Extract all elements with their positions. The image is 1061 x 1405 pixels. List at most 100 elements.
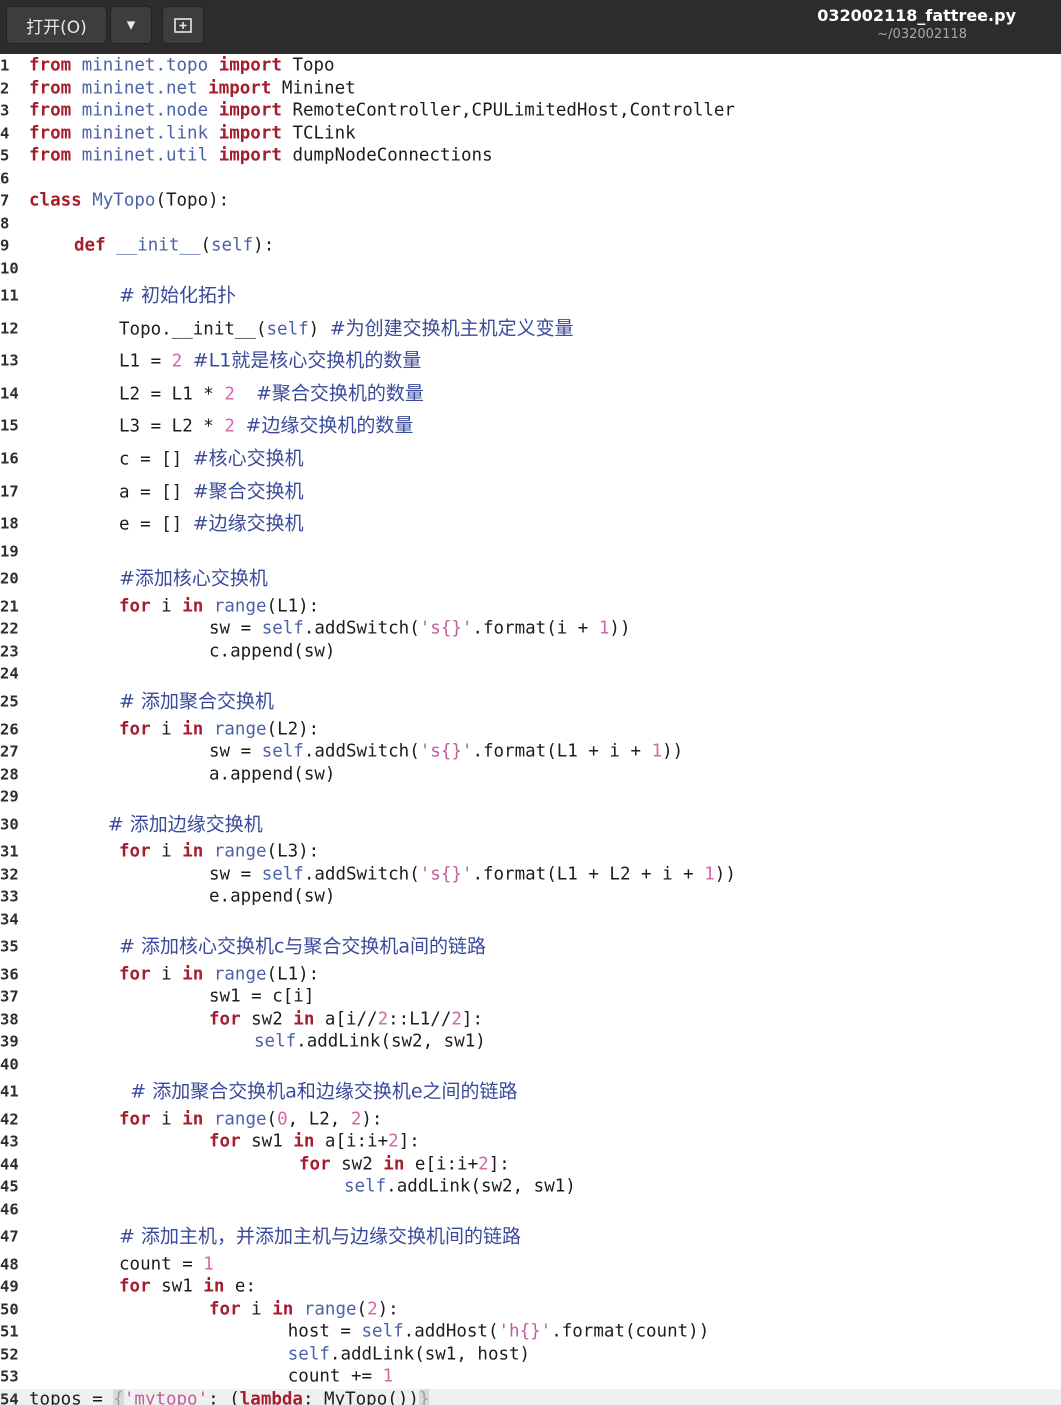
code-token: (L1): bbox=[266, 596, 320, 617]
open-dropdown-button[interactable]: ▾ bbox=[110, 6, 152, 44]
code-token: ): bbox=[253, 235, 275, 256]
code-line[interactable]: 15 L3 = L2 * 2 #边缘交换机的数量 bbox=[0, 410, 1061, 443]
code-line[interactable]: 5 from mininet.util import dumpNodeConnec… bbox=[0, 145, 1061, 168]
code-token: (L1): bbox=[266, 963, 320, 984]
code-text: self.addLink(sw1, host) bbox=[288, 1345, 530, 1364]
code-line[interactable]: 7 class MyTopo(Topo): bbox=[0, 190, 1061, 213]
code-line[interactable]: 27 sw = self.addSwitch('s{}'.format(L1 + … bbox=[0, 741, 1061, 764]
code-line[interactable]: 40 bbox=[0, 1053, 1061, 1076]
code-line[interactable]: 10 bbox=[0, 257, 1061, 280]
code-token: #边缘交换机 bbox=[192, 512, 304, 535]
code-line[interactable]: 9 def __init__(self): bbox=[0, 235, 1061, 258]
code-token: #边缘交换机的数量 bbox=[245, 414, 414, 437]
code-line[interactable]: 23 c.append(sw) bbox=[0, 641, 1061, 664]
code-line[interactable]: 38 for sw2 in a[i//2::L1//2]: bbox=[0, 1008, 1061, 1031]
code-token: 's{}' bbox=[419, 863, 473, 884]
code-line[interactable]: 34 bbox=[0, 908, 1061, 931]
code-line[interactable]: 47 # 添加主机，并添加主机与边缘交换机间的链路 bbox=[0, 1221, 1061, 1254]
code-line[interactable]: 32 sw = self.addSwitch('s{}'.format(L1 + … bbox=[0, 863, 1061, 886]
code-text: for i in range(L2): bbox=[119, 718, 320, 739]
code-line[interactable]: 48 count = 1 bbox=[0, 1254, 1061, 1277]
code-line[interactable]: 45 self.addLink(sw2, sw1) bbox=[0, 1176, 1061, 1199]
code-line[interactable]: 14 L2 = L1 * 2 #聚合交换机的数量 bbox=[0, 378, 1061, 411]
code-line[interactable]: 30 # 添加边缘交换机 bbox=[0, 808, 1061, 841]
code-line[interactable]: 17 a = [] #聚合交换机 bbox=[0, 475, 1061, 508]
code-token: 'mytopo' bbox=[123, 1389, 209, 1405]
code-line[interactable]: 1 from mininet.topo import Topo bbox=[0, 55, 1061, 78]
code-line[interactable]: 13 L1 = 2 #L1就是核心交换机的数量 bbox=[0, 345, 1061, 378]
code-line[interactable]: 11 # 初始化拓扑 bbox=[0, 280, 1061, 313]
code-token: a[i// bbox=[314, 1008, 378, 1029]
code-line[interactable]: 52 self.addLink(sw1, host) bbox=[0, 1344, 1061, 1367]
code-line[interactable]: 39 self.addLink(sw2, sw1) bbox=[0, 1031, 1061, 1054]
code-line[interactable]: 51 host = self.addHost('h{}'.format(count… bbox=[0, 1321, 1061, 1344]
code-line[interactable]: 42 for i in range(0, L2, 2): bbox=[0, 1109, 1061, 1132]
line-number: 29 bbox=[0, 787, 19, 806]
line-number: 27 bbox=[0, 742, 19, 761]
code-line[interactable]: 19 bbox=[0, 541, 1061, 564]
code-token: 1 bbox=[704, 863, 715, 884]
code-line[interactable]: 41 # 添加聚合交换机a和边缘交换机e之间的链路 bbox=[0, 1076, 1061, 1109]
code-token: i bbox=[150, 718, 183, 739]
open-button[interactable]: 打开(O) bbox=[6, 6, 107, 44]
code-line[interactable]: 4 from mininet.link import TCLink bbox=[0, 122, 1061, 145]
code-line[interactable]: 24 bbox=[0, 663, 1061, 686]
code-line[interactable]: 29 bbox=[0, 786, 1061, 809]
code-line[interactable]: 8 bbox=[0, 212, 1061, 235]
code-line[interactable]: 18 e = [] #边缘交换机 bbox=[0, 508, 1061, 541]
code-line[interactable]: 44 for sw2 in e[i:i+2]: bbox=[0, 1154, 1061, 1177]
line-number: 22 bbox=[0, 619, 19, 638]
code-editor[interactable]: 1 from mininet.topo import Topo 2 from mini… bbox=[0, 54, 1061, 1405]
code-token: (L2): bbox=[266, 718, 320, 739]
code-line[interactable]: 21 for i in range(L1): bbox=[0, 596, 1061, 619]
code-line[interactable]: 26 for i in range(L2): bbox=[0, 718, 1061, 741]
code-text: from mininet.node import RemoteControlle… bbox=[29, 102, 735, 120]
code-line[interactable]: 35 # 添加核心交换机c与聚合交换机a间的链路 bbox=[0, 931, 1061, 964]
code-token: # 添加聚合交换机a和边缘交换机e之间的链路 bbox=[130, 1080, 518, 1103]
code-line[interactable]: 33 e.append(sw) bbox=[0, 886, 1061, 909]
code-text: topos = {'mytopo': (lambda: MyTopo())} bbox=[29, 1389, 430, 1405]
code-line[interactable]: 36 for i in range(L1): bbox=[0, 963, 1061, 986]
code-text: for sw2 in e[i:i+2]: bbox=[299, 1154, 510, 1175]
code-line[interactable]: 28 a.append(sw) bbox=[0, 763, 1061, 786]
code-token: sw1 bbox=[240, 1131, 294, 1152]
code-line[interactable]: 31 for i in range(L3): bbox=[0, 841, 1061, 864]
code-line[interactable]: 50 for i in range(2): bbox=[0, 1299, 1061, 1322]
code-text: for i in range(0, L2, 2): bbox=[119, 1110, 382, 1129]
line-number: 46 bbox=[0, 1200, 19, 1219]
code-line[interactable]: 2 from mininet.net import Mininet bbox=[0, 77, 1061, 100]
code-line[interactable]: 54 topos = {'mytopo': (lambda: MyTopo())} bbox=[0, 1388, 1061, 1405]
code-line[interactable]: 12 Topo.__init__(self) #为创建交换机主机定义变量 bbox=[0, 312, 1061, 345]
code-line[interactable]: 46 bbox=[0, 1199, 1061, 1222]
code-line[interactable]: 16 c = [] #核心交换机 bbox=[0, 443, 1061, 476]
line-number: 51 bbox=[0, 1322, 19, 1341]
code-token: c = [] bbox=[119, 449, 193, 470]
code-line[interactable]: 25 # 添加聚合交换机 bbox=[0, 686, 1061, 719]
code-line[interactable]: 6 bbox=[0, 167, 1061, 190]
line-number: 8 bbox=[0, 213, 10, 232]
code-token: a.append(sw) bbox=[209, 763, 336, 784]
code-token: range bbox=[213, 841, 267, 862]
code-token: ( bbox=[200, 235, 211, 256]
code-line[interactable]: 53 count += 1 bbox=[0, 1366, 1061, 1389]
code-token: for bbox=[119, 841, 151, 862]
code-token: sw = bbox=[209, 618, 262, 639]
code-token: sw2 bbox=[330, 1154, 384, 1175]
code-line[interactable]: 3 from mininet.node import RemoteControll… bbox=[0, 100, 1061, 123]
code-token: L3 = L2 * bbox=[119, 416, 225, 437]
code-line[interactable]: 22 sw = self.addSwitch('s{}'.format(i + 1… bbox=[0, 618, 1061, 641]
code-token: range bbox=[303, 1299, 357, 1320]
code-line[interactable]: 20 #添加核心交换机 bbox=[0, 563, 1061, 596]
code-line[interactable]: 49 for sw1 in e: bbox=[0, 1276, 1061, 1299]
new-tab-button[interactable] bbox=[162, 6, 204, 44]
code-line[interactable]: 37 sw1 = c[i] bbox=[0, 986, 1061, 1009]
line-number: 37 bbox=[0, 987, 19, 1006]
line-number: 18 bbox=[0, 514, 19, 533]
code-token: range bbox=[213, 963, 267, 984]
code-token: e.append(sw) bbox=[209, 886, 336, 907]
code-line[interactable]: 43 for sw1 in a[i:i+2]: bbox=[0, 1131, 1061, 1154]
window-title: 032002118_fattree.py bbox=[817, 6, 1016, 25]
